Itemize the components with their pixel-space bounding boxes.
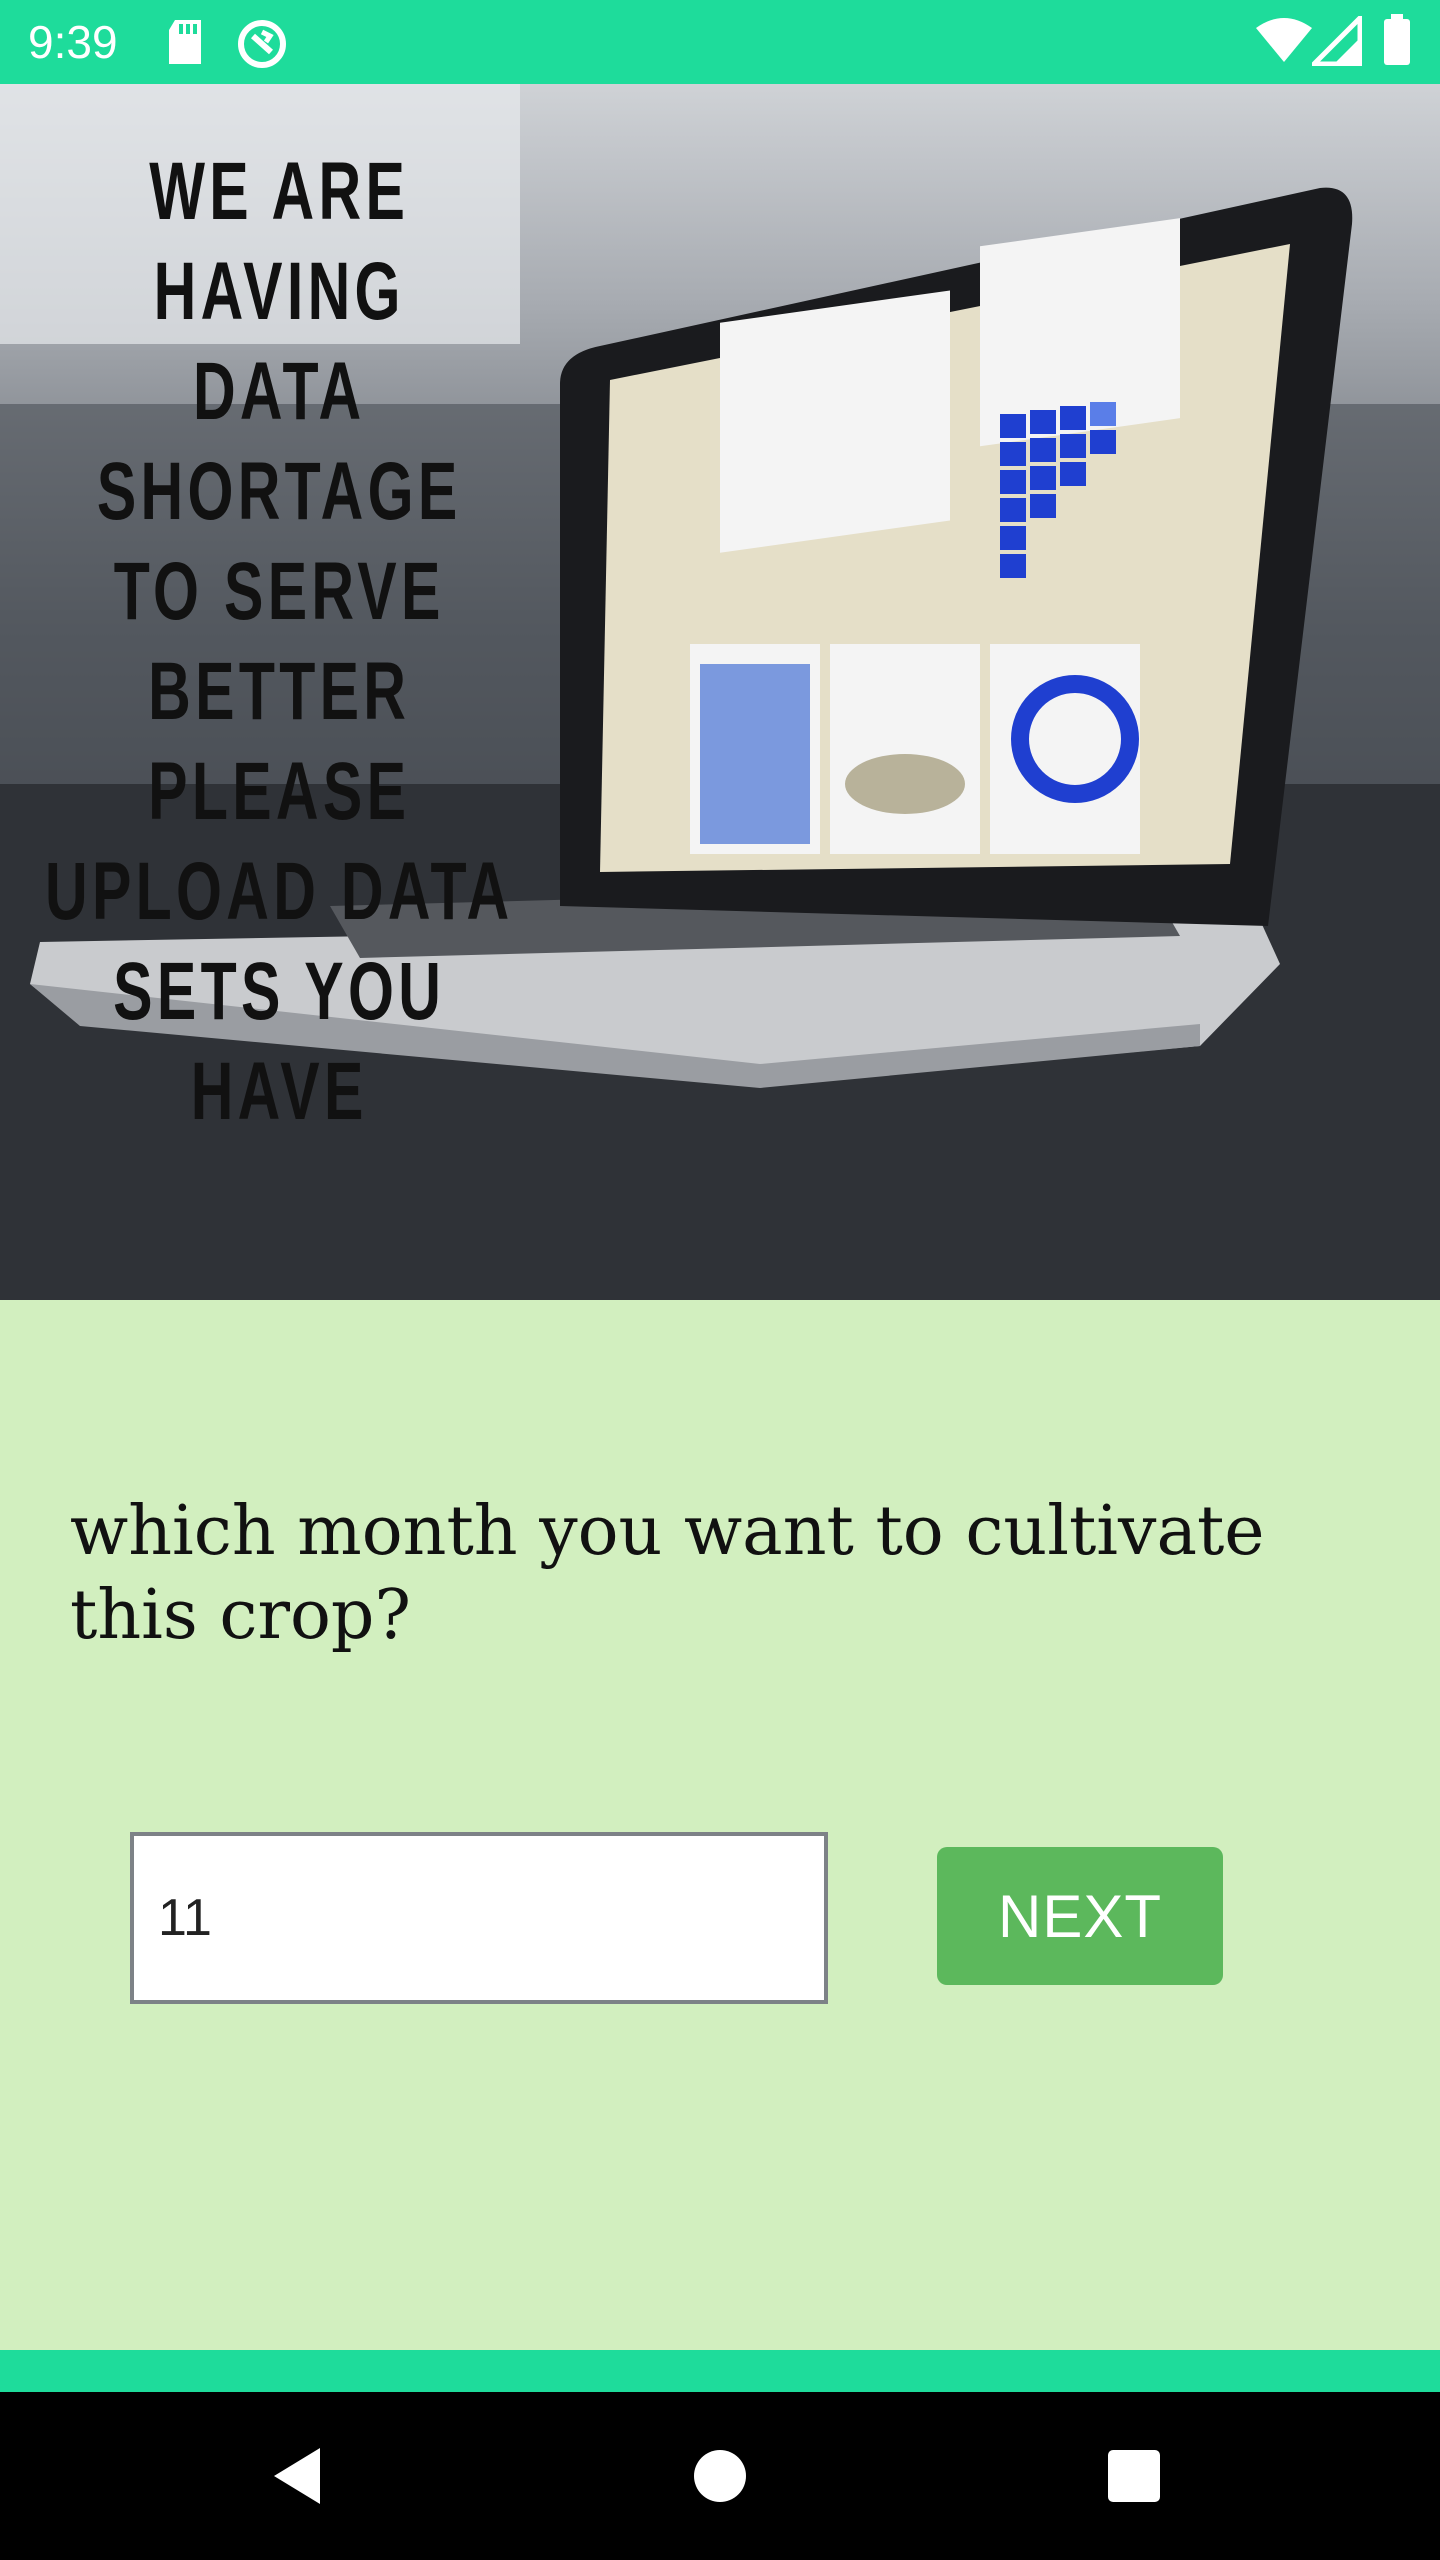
banner-line: WE ARE HAVING [149, 146, 410, 337]
banner-line: SETS YOU HAVE [113, 946, 446, 1137]
banner-line: TO SERVE [113, 546, 445, 637]
banner-line: BETTER PLEASE [148, 646, 411, 837]
sd-card-icon [165, 18, 205, 71]
data-shortage-banner-text: WE ARE HAVING DATA SHORTAGE TO SERVE BET… [20, 142, 538, 1142]
system-navigation-bar [0, 2392, 1440, 2560]
back-icon[interactable] [258, 2434, 342, 2518]
status-bar: 9:39 [0, 0, 1440, 84]
recents-icon[interactable] [1092, 2434, 1176, 2518]
wifi-icon [1256, 16, 1312, 69]
banner-line: UPLOAD DATA [44, 846, 514, 937]
home-icon[interactable] [678, 2434, 762, 2518]
cultivation-month-question: which month you want to cultivate this c… [70, 1492, 1265, 1655]
banner-line: DATA SHORTAGE [96, 346, 462, 537]
battery-icon [1382, 14, 1412, 71]
next-button[interactable]: NEXT [937, 1847, 1223, 1985]
status-time: 9:39 [28, 16, 118, 68]
month-input[interactable] [130, 1832, 828, 2004]
bottom-accent-strip [0, 2350, 1440, 2392]
signal-icon [1307, 11, 1363, 71]
sync-icon [236, 18, 288, 75]
hero-banner-image: WE ARE HAVING DATA SHORTAGE TO SERVE BET… [0, 84, 1440, 1300]
